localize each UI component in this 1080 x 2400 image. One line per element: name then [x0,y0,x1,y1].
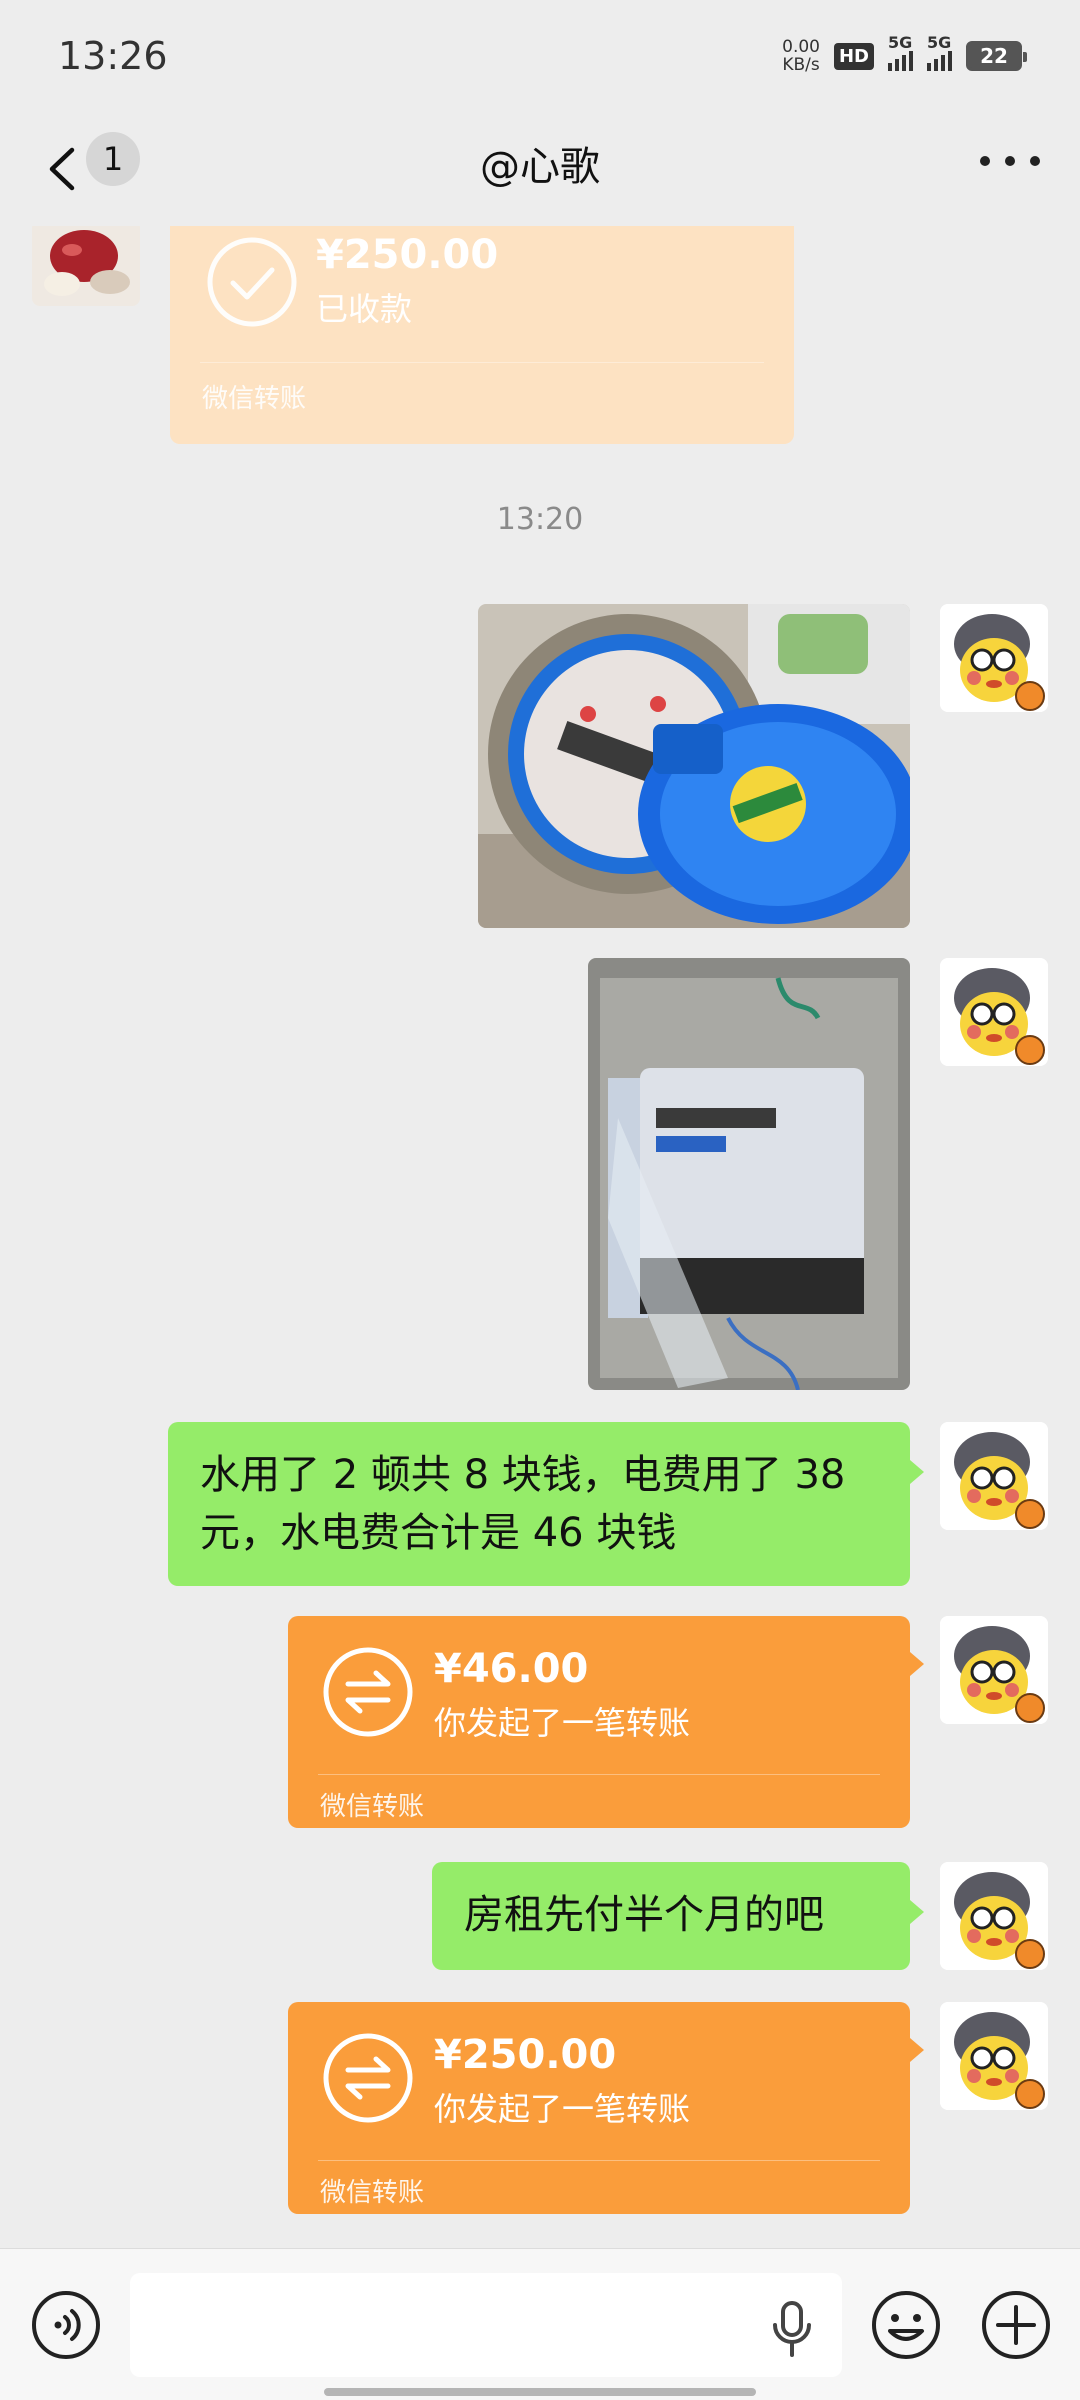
transfer-footer-label: 微信转账 [202,384,307,414]
cartoon-avatar-icon [940,2002,1048,2110]
plus-icon[interactable] [980,2289,1052,2361]
transfer-footer-label: 微信转账 [320,2178,425,2208]
my-avatar[interactable] [940,1862,1048,1970]
transfer-amount: ¥250.00 [316,232,499,278]
my-avatar[interactable] [940,958,1048,1066]
message-list[interactable]: ¥250.00 已收款 微信转账 13:20 水用了 2 顿共 8 块钱，电费用… [0,226,1080,2248]
network-speed: 0.00 KB/s [782,38,820,74]
network-speed-unit: KB/s [782,55,820,75]
network-speed-value: 0.00 [782,37,820,57]
my-avatar[interactable] [940,1422,1048,1530]
received-transfer-card[interactable]: ¥250.00 已收款 微信转账 [170,226,794,444]
more-options-icon[interactable] [980,154,1040,168]
cartoon-avatar-icon [940,1862,1048,1970]
chat-title: @心歌 [480,144,600,190]
cartoon-avatar-icon [940,1616,1048,1724]
check-circle-icon [207,237,297,327]
signal-sim2-icon: 5G [927,33,952,71]
transfer-arrows-icon [323,1647,413,1737]
text-message-bubble[interactable]: 房租先付半个月的吧 [432,1862,924,1970]
transfer-divider [200,362,764,363]
transfer-status: 你发起了一笔转账 [434,2090,691,2128]
contact-avatar[interactable] [32,226,140,306]
chat-header: 1 @心歌 [0,116,1080,226]
voice-mode-icon[interactable] [30,2289,102,2361]
microphone-icon[interactable] [770,2301,814,2357]
hd-icon: HD [833,42,874,70]
electric-meter-image [588,958,910,1390]
cartoon-avatar-icon [940,958,1048,1066]
sim1-label: 5G [888,33,913,52]
cartoon-avatar-icon [940,604,1048,712]
battery-icon: 22 [966,41,1027,71]
sim2-label: 5G [927,33,952,52]
signal-sim1-icon: 5G [888,33,913,71]
my-avatar[interactable] [940,1616,1048,1724]
apple-image-icon [32,226,140,306]
water-meter-image [478,604,910,928]
status-icons: 0.00 KB/s HD 5G 5G 22 [782,33,1027,74]
transfer-arrows-icon [323,2033,413,2123]
water-meter-photo[interactable] [478,604,910,928]
sent-transfer-card[interactable]: ¥46.00 你发起了一笔转账 微信转账 [288,1616,924,1828]
text-message-bubble[interactable]: 水用了 2 顿共 8 块钱，电费用了 38 元，水电费合计是 46 块钱 [168,1422,924,1586]
message-text-input[interactable] [130,2273,842,2377]
message-timestamp: 13:20 [496,502,584,537]
message-input-bar [0,2248,1080,2400]
electric-meter-photo[interactable] [588,958,910,1390]
cartoon-avatar-icon [940,1422,1048,1530]
transfer-amount: ¥250.00 [434,2032,617,2078]
transfer-divider [318,1774,880,1775]
my-avatar[interactable] [940,604,1048,712]
battery-level: 22 [980,44,1008,68]
sent-transfer-card[interactable]: ¥250.00 你发起了一笔转账 微信转账 [288,2002,924,2214]
transfer-footer-label: 微信转账 [320,1792,425,1822]
home-indicator[interactable] [324,2388,756,2396]
emoji-icon[interactable] [870,2289,942,2361]
my-avatar[interactable] [940,2002,1048,2110]
transfer-amount: ¥46.00 [434,1646,589,1692]
transfer-status: 已收款 [316,290,413,328]
status-time: 13:26 [58,34,168,78]
status-bar: 13:26 0.00 KB/s HD 5G 5G 22 [0,0,1080,116]
transfer-status: 你发起了一笔转账 [434,1704,691,1742]
transfer-divider [318,2160,880,2161]
